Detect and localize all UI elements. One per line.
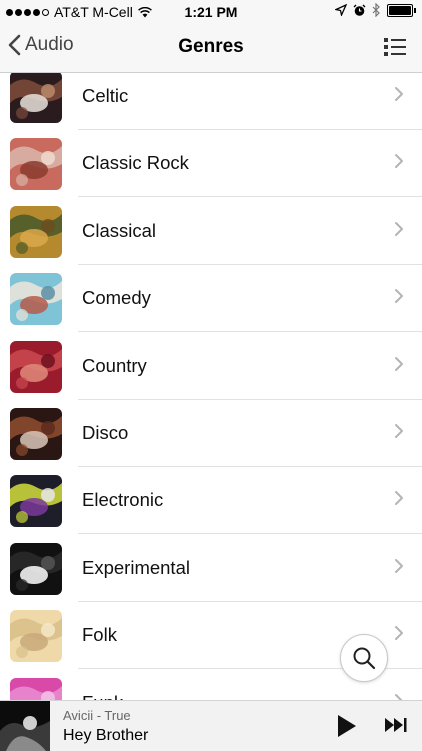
chevron-right-icon [395, 626, 403, 641]
genre-row[interactable]: Classic Rock [0, 130, 422, 198]
navigation-bar: Audio Genres [0, 24, 422, 73]
now-playing-song: Hey Brother [63, 727, 149, 744]
genre-artwork [10, 273, 62, 326]
alarm-icon [353, 4, 366, 16]
genre-artwork [10, 205, 62, 258]
genre-row[interactable]: Experimental [0, 535, 422, 602]
chevron-right-icon [395, 221, 403, 236]
chevron-right-icon [395, 491, 403, 506]
chevron-right-icon [395, 154, 403, 169]
genre-row[interactable]: Classical [0, 198, 422, 265]
location-icon [335, 4, 347, 16]
genre-label: Comedy [82, 287, 151, 309]
genre-list[interactable]: Celtic Classic Rock Classical Comedy Country… [0, 73, 422, 700]
battery-tip [414, 7, 416, 13]
genre-row[interactable]: Country [0, 333, 422, 400]
genre-label: Celtic [82, 85, 129, 106]
genre-row[interactable]: Celtic [0, 73, 422, 130]
status-icons [335, 3, 416, 17]
play-icon[interactable] [336, 714, 358, 738]
chevron-right-icon [395, 424, 403, 438]
genre-artwork [10, 340, 62, 393]
chevron-right-icon [395, 693, 403, 700]
list-view-icon[interactable] [384, 37, 406, 57]
genre-label: Electronic [82, 489, 164, 511]
now-playing-bar[interactable]: Avicii - True Hey Brother [0, 700, 422, 751]
now-playing-artist: Avicii - True [63, 708, 131, 723]
skip-forward-icon[interactable] [384, 716, 408, 734]
chevron-right-icon [395, 356, 403, 371]
chevron-right-icon [395, 289, 403, 304]
genre-label: Classical [82, 219, 157, 241]
genre-label: Classic Rock [82, 152, 189, 174]
album-art-thumbnail [0, 701, 50, 751]
search-icon [353, 647, 376, 670]
genre-label: Country [82, 354, 147, 376]
genre-artwork [10, 138, 62, 191]
battery-icon [387, 3, 413, 17]
genre-label: Funk [82, 692, 123, 700]
genre-label: Folk [82, 624, 117, 646]
genre-artwork [10, 610, 62, 663]
genre-row[interactable]: Comedy [0, 265, 422, 333]
genre-artwork [10, 475, 62, 528]
genre-row[interactable]: Electronic [0, 467, 422, 535]
page-title: Genres [178, 36, 244, 57]
genre-artwork [10, 677, 62, 700]
search-button[interactable] [340, 634, 388, 682]
status-bar: AT&T M-Cell 1:21 PM [0, 0, 422, 24]
genre-artwork [10, 408, 62, 460]
genre-artwork [10, 73, 62, 123]
chevron-right-icon [395, 87, 403, 101]
genre-label: Experimental [82, 556, 190, 578]
genre-artwork [10, 542, 62, 595]
bluetooth-icon [372, 3, 380, 17]
chevron-right-icon [395, 558, 403, 573]
genre-label: Disco [82, 422, 129, 443]
genre-row[interactable]: Disco [0, 400, 422, 467]
